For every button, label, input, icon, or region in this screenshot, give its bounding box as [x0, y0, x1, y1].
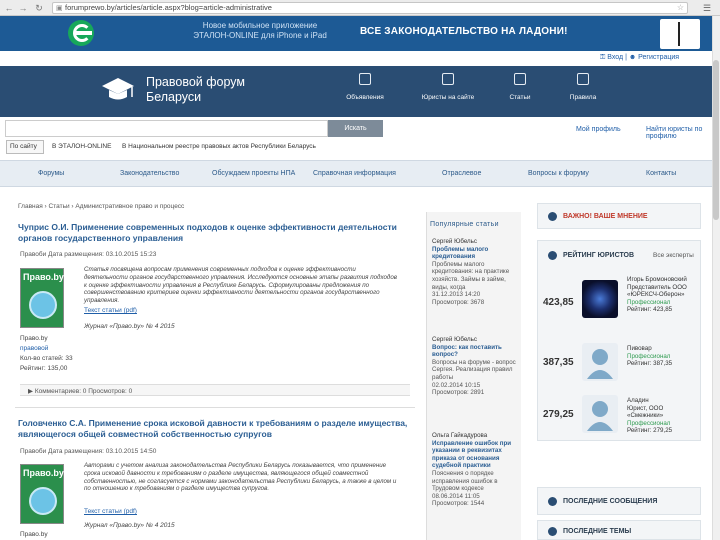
user-icon: ☻ [628, 54, 637, 61]
avatar[interactable] [582, 280, 618, 318]
important-box[interactable]: ВАЖНО! ВАШЕ МНЕНИЕ [537, 203, 701, 229]
recent-topics-box[interactable]: ПОСЛЕДНИЕ ТЕМЫ [537, 520, 701, 540]
lawyer-score: 387,35 [543, 357, 574, 368]
globe-icon [29, 291, 57, 319]
scope-etalon[interactable]: В ЭТАЛОН-ONLINE [52, 143, 111, 150]
promo-slogan: ВСЕ ЗАКОНОДАТЕЛЬСТВО НА ЛАДОНИ! [360, 26, 568, 37]
search-button[interactable]: Искать [328, 120, 383, 137]
popular-item[interactable]: Ольга Гайкадурова Исправление ошибок при… [432, 432, 520, 508]
site-title[interactable]: Правовой форум Беларуси [146, 75, 245, 105]
star-icon[interactable]: ☆ [677, 3, 684, 13]
scrollbar-thumb[interactable] [713, 60, 719, 220]
header-item-ads[interactable]: Объявления [335, 71, 395, 101]
login-link[interactable]: Вход [607, 54, 623, 61]
scope-site[interactable]: По сайту [10, 143, 37, 150]
author-name[interactable]: Право.by [20, 334, 73, 344]
promo-banner[interactable]: Новое мобильное приложение ЭТАЛОН-ONLINE… [0, 16, 712, 51]
breadcrumb[interactable]: Главная › Статьи › Административное прав… [18, 203, 184, 210]
url-text: forumprewo.by/articles/article.aspx?blog… [65, 3, 272, 12]
search-input[interactable] [5, 120, 328, 137]
nav-legislation[interactable]: Законодательство [120, 170, 179, 177]
article-icon [514, 73, 526, 85]
header-item-articles[interactable]: Статьи [490, 71, 550, 101]
lawyer-info: Пивовар Профессионал Рейтинг: 387,35 [627, 345, 699, 368]
article-author-info: Право.by правовой Кол-во статей: 33 Рейт… [20, 334, 73, 374]
author-articles-count: Кол-во статей: 33 [20, 355, 73, 362]
recent-messages-box[interactable]: ПОСЛЕДНИЕ СООБЩЕНИЯ [537, 487, 701, 515]
chat-icon [548, 497, 557, 506]
article-pdf-link[interactable]: Текст статьи (pdf) [84, 508, 137, 515]
profile-link[interactable]: Мой профиль [576, 126, 621, 133]
article-excerpt: Статья посвящена вопросам применения сов… [84, 266, 398, 305]
nav-contacts[interactable]: Контакты [646, 170, 676, 177]
lawyer-info: Аладин Юрист, ООО «Смежники» Профессиона… [627, 397, 699, 435]
nav-reference[interactable]: Справочная информация [313, 170, 396, 177]
megaphone-icon [359, 73, 371, 85]
register-link[interactable]: Регистрация [638, 54, 679, 61]
lawyer-name[interactable]: Пивовар [627, 345, 699, 353]
graduation-cap-icon [102, 78, 134, 100]
lawyer-score: 423,85 [543, 297, 574, 308]
promo-text: Новое мобильное приложение ЭТАЛОН-ONLINE… [193, 21, 327, 40]
article-excerpt: Авторами с учетом анализа законодательст… [84, 462, 397, 493]
journal-cover[interactable]: Право.by [20, 464, 64, 524]
info-icon [577, 73, 589, 85]
tablet-image [660, 19, 700, 49]
nav-drafts[interactable]: Обсуждаем проекты НПА [212, 170, 295, 177]
article-pdf-link[interactable]: Текст статьи (pdf) [84, 307, 137, 314]
header-item-rules[interactable]: Правила [553, 71, 613, 101]
reload-icon[interactable]: ↻ [34, 3, 44, 13]
nav-forum-questions[interactable]: Вопросы к форуму [528, 170, 589, 177]
article-source: Журнал «Право.by» № 4 2015 [84, 522, 175, 529]
article-title[interactable]: Чуприс О.И. Применение современных подхо… [18, 222, 408, 244]
lock-icon: ⚿ [600, 54, 606, 61]
avatar[interactable] [582, 343, 618, 381]
trophy-icon [548, 251, 557, 260]
menu-icon[interactable]: ☰ [703, 3, 711, 14]
popular-heading: Популярные статьи [430, 221, 499, 228]
list-icon [548, 527, 557, 536]
scope-register[interactable]: В Национальном реестре правовых актов Ре… [122, 143, 316, 150]
etalon-logo-bar [76, 31, 92, 35]
lawyer-name[interactable]: Аладин [627, 397, 699, 405]
popular-item[interactable]: Сергей Юбельс Вопрос: как поставить вопр… [432, 336, 520, 397]
login-links: ⚿ Вход | ☻ Регистрация [600, 54, 680, 61]
all-experts-link[interactable]: Все эксперты [653, 252, 694, 259]
cover-title: Право.by [23, 468, 64, 478]
info-icon [548, 212, 557, 221]
author-tag[interactable]: правовой [20, 345, 48, 352]
article-source: Журнал «Право.by» № 4 2015 [84, 323, 175, 330]
rating-heading: РЕЙТИНГ ЮРИСТОВ [563, 252, 635, 259]
author-rating: Рейтинг: 135,00 [20, 365, 68, 372]
avatar[interactable] [582, 395, 618, 433]
article-divider [15, 407, 415, 408]
address-bar[interactable]: ▣ forumprewo.by/articles/article.aspx?bl… [52, 2, 688, 14]
article-actions[interactable]: ▶ Комментариев: 0 Просмотров: 0 [20, 384, 410, 396]
recent-messages-heading: ПОСЛЕДНИЕ СООБЩЕНИЯ [563, 498, 658, 505]
comment-icon: ▶ [28, 388, 35, 395]
article-title[interactable]: Головченко С.А. Применение срока исковой… [18, 418, 408, 440]
journal-cover[interactable]: Право.by [20, 268, 64, 328]
recent-topics-heading: ПОСЛЕДНИЕ ТЕМЫ [563, 528, 632, 535]
forward-arrow-icon[interactable]: → [18, 3, 28, 13]
page-icon: ▣ [56, 5, 63, 12]
nav-industry[interactable]: Отраслевое [442, 170, 481, 177]
back-arrow-icon[interactable]: ← [4, 3, 14, 13]
nav-forums[interactable]: Форумы [38, 170, 64, 177]
lawyer-info: Игорь Бромоновский Представитель ООО «ЮР… [627, 276, 699, 314]
edit-icon [442, 73, 454, 85]
lawyer-name[interactable]: Игорь Бромоновский [627, 276, 699, 284]
author-name[interactable]: Право.by [20, 530, 48, 540]
lawyer-score: 279,25 [543, 409, 574, 420]
article-meta: Правоби Дата размещения: 03.10.2015 14:5… [20, 448, 157, 455]
popular-item[interactable]: Сергей Юбельс Проблемы малого кредитован… [432, 238, 520, 306]
article-meta: Правоби Дата размещения: 03.10.2015 15:2… [20, 251, 157, 258]
find-lawyers-link[interactable]: Найти юристы по профилю [646, 126, 706, 140]
globe-icon [29, 487, 57, 515]
header-item-lawyers[interactable]: Юристы на сайте [418, 71, 478, 101]
cover-title: Право.by [23, 272, 64, 282]
important-heading: ВАЖНО! ВАШЕ МНЕНИЕ [563, 213, 648, 220]
